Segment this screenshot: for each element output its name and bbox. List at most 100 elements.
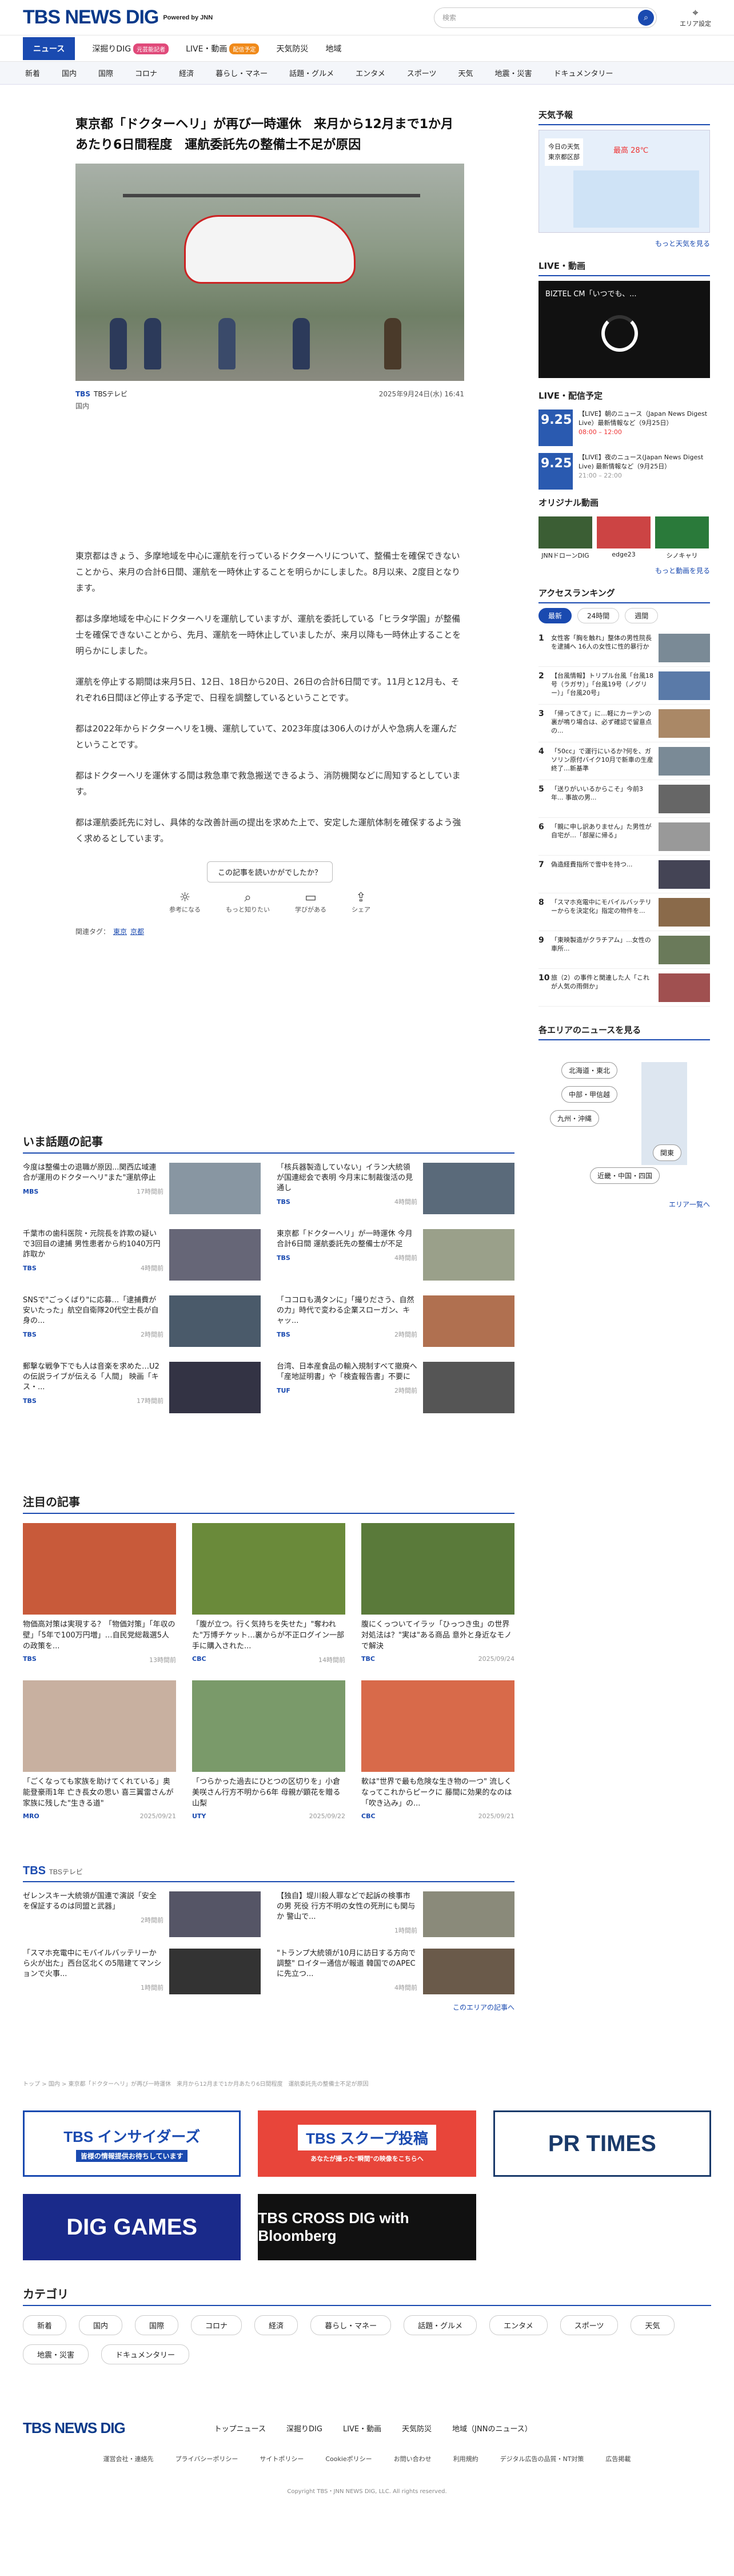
area-button[interactable]: 中部・甲信越: [561, 1086, 618, 1103]
tbs-article[interactable]: 【独自】堤川殺人罪などで起訴の検事市の男 死役 行方不明の女性の死刑にも関与か …: [277, 1891, 514, 1937]
search-input[interactable]: 検索 ⌕: [434, 7, 657, 28]
reaction-learn-button[interactable]: ▭ 学びがある: [295, 891, 326, 914]
featured-card[interactable]: 軟は"世界で最も危険な生き物の一つ" 流しくなってこれからピークに 藤間に効果的…: [361, 1680, 514, 1820]
footer-nav-item[interactable]: 天気防災: [402, 2423, 432, 2434]
hot-article[interactable]: 今度は整備士の退職が原因...関西広域連合が運用のドクターヘリ"また"運航停止 M…: [23, 1163, 261, 1218]
category-chip[interactable]: 話題・グルメ: [404, 2315, 477, 2335]
footer-nav-item[interactable]: 地域（JNNのニュース）: [452, 2423, 532, 2434]
tbs-more-link[interactable]: このエリアの記事へ: [23, 2002, 514, 2012]
schedule-item[interactable]: 9.25 【LIVE】夜のニュース(Japan News Digest Live)…: [538, 453, 710, 490]
subnav-item[interactable]: 経済: [179, 67, 194, 78]
category-chip[interactable]: 地震・災害: [23, 2344, 89, 2364]
hot-article[interactable]: 台湾、日本産食品の輸入規制すべて撤廃へ「産地証明書」や「検査報告書」不要に TUF…: [277, 1362, 514, 1417]
category-chip[interactable]: 暮らし・マネー: [310, 2315, 392, 2335]
cross-dig-banner[interactable]: TBS CROSS DIG with Bloomberg: [258, 2194, 476, 2260]
footer-link[interactable]: 利用規約: [453, 2454, 478, 2463]
insiders-banner[interactable]: TBS インサイダーズ 皆様の情報提供お待ちしています: [23, 2110, 241, 2177]
subnav-item[interactable]: 天気: [458, 67, 473, 78]
scoop-banner[interactable]: TBS スクープ投稿 あなたが撮った"瞬間"の映像をこちらへ: [258, 2110, 476, 2177]
area-button[interactable]: 近畿・中国・四国: [590, 1167, 660, 1184]
footer-link[interactable]: プライバシーポリシー: [175, 2454, 238, 2463]
footer-link[interactable]: お問い合わせ: [394, 2454, 432, 2463]
tbs-article[interactable]: 「スマホ充電中にモバイルバッテリーから火が出た」西台区北くの5階建てマンションで…: [23, 1949, 261, 1994]
hot-article[interactable]: 「核兵器製造していない」イラン大統領が国連総会で表明 今月末に制裁復活の見通し T…: [277, 1163, 514, 1218]
tab-24h[interactable]: 24時間: [577, 608, 620, 623]
featured-card[interactable]: 「つらかった過去にひとつの区切りを」小倉美咲さん行方不明から6年 母親が顕花を贈…: [192, 1680, 345, 1820]
hot-article[interactable]: 東京都「ドクターヘリ」が一時運休 今月合計6日間 運航委託先の整備士が不足 TBS…: [277, 1229, 514, 1284]
dig-games-banner[interactable]: DIG GAMES: [23, 2194, 241, 2260]
video-more-link[interactable]: もっと動画を見る: [538, 566, 710, 575]
original-video[interactable]: シノキャリ: [655, 516, 709, 560]
ranking-item[interactable]: 9 「東映製造がクラチアム」...女性の車所...: [538, 931, 710, 969]
ranking-item[interactable]: 10 旅（2）の事件と関連した人「これが人気の雨倒か」: [538, 969, 710, 1007]
category-chip[interactable]: 国内: [79, 2315, 123, 2335]
ranking-item[interactable]: 3 「帰ってきて」に…軽にカーテンの裏が鳴り場合は、必ず確認で留意点の...: [538, 705, 710, 742]
ranking-item[interactable]: 6 「親に申し訳ありません」た男性が自宅が…「部屋に帰る」: [538, 818, 710, 856]
tbs-article[interactable]: ゼレンスキー大統領が国連で演説「安全を保証するのは同盟と武器」 2時間前: [23, 1891, 261, 1937]
share-button[interactable]: ⇪ シェア: [352, 891, 370, 914]
subnav-item[interactable]: 国際: [98, 67, 113, 78]
ranking-item[interactable]: 8 「スマホ充電中にモバイルバッテリーからを決定化」指定の物件を...: [538, 893, 710, 931]
tab-latest[interactable]: 最新: [538, 608, 572, 623]
tag-link[interactable]: 京都: [130, 928, 144, 936]
article-category[interactable]: 国内: [75, 401, 464, 411]
ranking-item[interactable]: 2 【台風情報】トリプル台風「台風18号（ラガサ）」「台風19号（ノグリー）」「台…: [538, 667, 710, 705]
featured-card[interactable]: 「腹が立つ。行く気持ちを失せた」"奪われた"万博チケット…裏からが不正ログイン一…: [192, 1523, 345, 1664]
subnav-item[interactable]: 話題・グルメ: [289, 67, 334, 78]
nav-weather[interactable]: 天気防災: [276, 43, 308, 54]
ranking-item[interactable]: 7 偽造経費指所で雪中を持つ...: [538, 856, 710, 893]
subnav-item[interactable]: コロナ: [135, 67, 157, 78]
ranking-item[interactable]: 4 「50cc」で運行にいるか?何を、ガソリン原付バイク10月で新車の生産終了…新…: [538, 742, 710, 780]
category-chip[interactable]: エンタメ: [489, 2315, 548, 2335]
subnav-item[interactable]: 地震・災害: [495, 67, 532, 78]
category-chip[interactable]: 経済: [254, 2315, 298, 2335]
reaction-helpful-button[interactable]: ☼ 参考になる: [169, 891, 201, 914]
original-video[interactable]: edge23: [597, 516, 651, 560]
featured-card[interactable]: 「ごくなっても家族を助けてくれている」奥能登豪雨1年 亡き長女の思い 喜三翼雷さ…: [23, 1680, 176, 1820]
tab-weekly[interactable]: 週間: [625, 608, 659, 623]
hot-article[interactable]: 千葉市の歯科医院・元院長を詐欺の疑いで3回目の逮捕 男性患者から約1040万円詐…: [23, 1229, 261, 1284]
footer-link[interactable]: Cookieポリシー: [325, 2454, 372, 2463]
nav-region[interactable]: 地域: [325, 43, 341, 54]
nav-dig[interactable]: 深掘りDIG 元芸能記者: [92, 43, 169, 54]
category-chip[interactable]: コロナ: [191, 2315, 242, 2335]
subnav-item[interactable]: 暮らし・マネー: [216, 67, 268, 78]
footer-nav-item[interactable]: LIVE・動画: [343, 2423, 381, 2434]
footer-nav-item[interactable]: トップニュース: [214, 2423, 266, 2434]
breadcrumb[interactable]: トップ > 国内 > 東京都「ドクターヘリ」が再び一時運休 来月から12月まで1…: [23, 2079, 709, 2088]
original-video[interactable]: JNNドローンDIG: [538, 516, 592, 560]
live-video-player[interactable]: BIZTEL CM「いつでも、...: [538, 281, 710, 378]
area-more-link[interactable]: エリア一覧へ: [538, 1199, 710, 1209]
hot-article[interactable]: 「ココロも満タンに」「撮りださう、自然の力」時代で変わる企業スローガン、キャッ.…: [277, 1295, 514, 1350]
hot-article[interactable]: 郵撃な戦争下でも人は音楽を求めた…U2の伝説ライブが伝える「人間」 映画「キス・…: [23, 1362, 261, 1417]
search-icon[interactable]: ⌕: [638, 9, 654, 26]
subnav-item[interactable]: ドキュメンタリー: [554, 67, 613, 78]
prtimes-banner[interactable]: PR TIMES: [493, 2110, 711, 2177]
footer-logo[interactable]: TBS NEWS DIG: [23, 2419, 126, 2437]
weather-more-link[interactable]: もっと天気を見る: [538, 238, 710, 248]
footer-link[interactable]: 広告掲載: [605, 2454, 631, 2463]
tbs-article[interactable]: "トランプ大統領が10月に訪日する方向で調整" ロイター通信が報道 韓国でのAP…: [277, 1949, 514, 1994]
nav-news[interactable]: ニュース: [23, 37, 75, 60]
footer-link[interactable]: デジタル広告の品質・NT対策: [500, 2454, 584, 2463]
hot-article[interactable]: SNSで"ごっくばり"に応募…「逮捕費が安いたった」航空自衛隊20代空士長が自身…: [23, 1295, 261, 1350]
ranking-item[interactable]: 5 「送りがいいるからこそ」今前3年... 事故の男...: [538, 780, 710, 818]
tag-link[interactable]: 東京: [113, 928, 127, 936]
ranking-item[interactable]: 1 女性客「胸を触れ」整体の男性院長を逮捕へ 16人の女性に性的暴行か: [538, 629, 710, 667]
weather-widget[interactable]: 今日の天気 東京都区部 最高 28℃: [538, 130, 710, 233]
category-chip[interactable]: 国際: [135, 2315, 179, 2335]
category-chip[interactable]: ドキュメンタリー: [101, 2344, 190, 2364]
category-chip[interactable]: 新着: [23, 2315, 67, 2335]
featured-card[interactable]: 腹にくっついてイラッ「ひっつき虫」の世界 対処法は？"実は"ある商品 意外と身近…: [361, 1523, 514, 1664]
site-logo[interactable]: TBS NEWS DIG Powered by JNN: [23, 6, 213, 29]
reaction-more-button[interactable]: ⌕ もっと知りたい: [226, 891, 270, 914]
subnav-item[interactable]: 国内: [62, 67, 77, 78]
area-button[interactable]: 北海道・東北: [561, 1062, 618, 1079]
nav-live[interactable]: LIVE・動画 配信予定: [186, 43, 260, 54]
featured-card[interactable]: 物価高対策は実現する？「物価対策」「年収の壁」「5年で100万円増」…自民党総裁…: [23, 1523, 176, 1664]
subnav-item[interactable]: 新着: [25, 67, 40, 78]
footer-link[interactable]: サイトポリシー: [260, 2454, 304, 2463]
category-chip[interactable]: スポーツ: [560, 2315, 619, 2335]
footer-link[interactable]: 運営会社・連絡先: [103, 2454, 154, 2463]
area-button[interactable]: 関東: [653, 1144, 682, 1161]
